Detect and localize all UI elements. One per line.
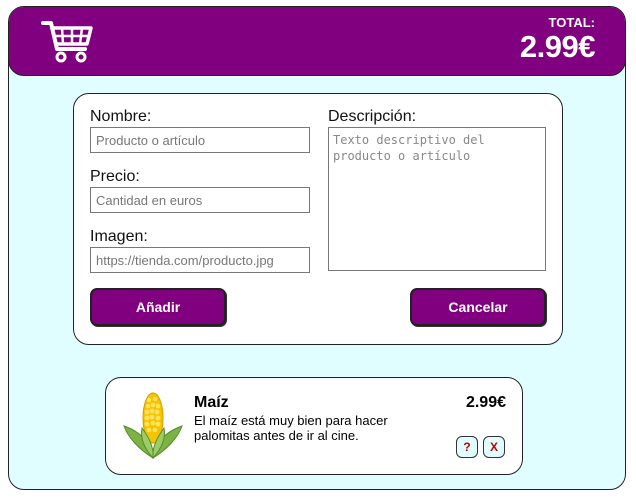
total-label: TOTAL: [548, 15, 595, 30]
product-name: Maíz [194, 394, 229, 411]
header: TOTAL: 2.99€ [9, 7, 625, 76]
imagen-input[interactable] [90, 247, 310, 273]
precio-label: Precio: [90, 168, 140, 185]
corn-icon [123, 392, 183, 460]
shopping-cart-icon [41, 21, 93, 63]
product-description: El maíz está muy bien para hacer palomit… [194, 413, 388, 443]
add-button[interactable]: Añadir [90, 288, 226, 326]
info-button[interactable]: ? [456, 436, 478, 458]
nombre-label: Nombre: [90, 108, 152, 125]
shopping-app: TOTAL: 2.99€ Nombre: Precio: Imagen: Des… [8, 6, 626, 490]
product-price: 2.99€ [465, 394, 506, 411]
product-card: Maíz El maíz está muy bien para hacer pa… [105, 377, 523, 475]
cancel-button[interactable]: Cancelar [410, 288, 546, 326]
total-value: 2.99€ [519, 29, 596, 64]
delete-button[interactable]: X [483, 436, 505, 458]
imagen-label: Imagen: [90, 228, 148, 245]
nombre-input[interactable] [90, 127, 310, 153]
descripcion-textarea[interactable] [328, 127, 546, 271]
product-form: Nombre: Precio: Imagen: Descripción: Aña… [73, 93, 563, 345]
descripcion-label: Descripción: [328, 108, 417, 125]
precio-input[interactable] [90, 187, 310, 213]
